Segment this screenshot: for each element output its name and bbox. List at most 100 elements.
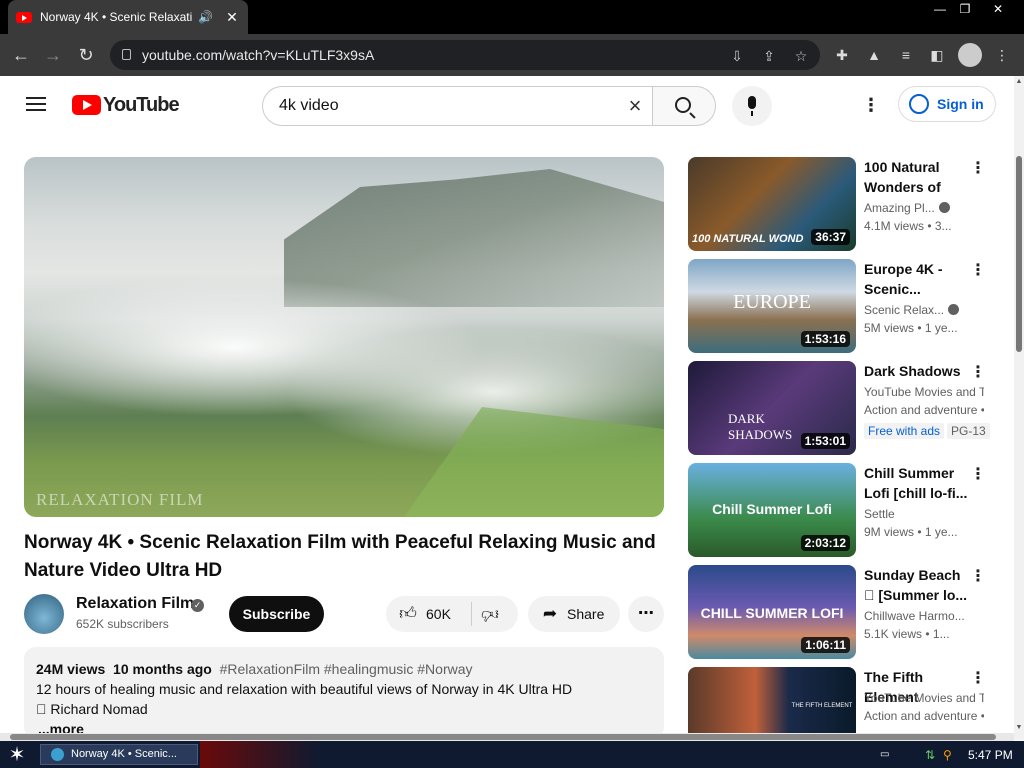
related-video[interactable]: EUROPE 1:53:16 Europe 4K - Scenic... Sce… (688, 259, 998, 353)
related-meta: Action and adventure • (864, 709, 984, 723)
related-more-icon[interactable]: ⋮ (970, 465, 986, 485)
sign-in-button[interactable]: Sign in (898, 86, 996, 122)
start-star-icon[interactable]: ✶ (6, 744, 28, 766)
subscribe-button[interactable]: Subscribe (229, 596, 324, 632)
extensions-puzzle-icon[interactable]: ✚ (832, 45, 852, 65)
clock[interactable]: 5:47 PM (968, 746, 1013, 764)
hamburger-menu-icon[interactable] (26, 97, 46, 111)
more-actions-button[interactable]: ⋯ (628, 596, 664, 632)
sign-in-label: Sign in (937, 96, 984, 112)
scroll-thumb[interactable] (10, 734, 996, 740)
related-more-icon[interactable]: ⋮ (970, 567, 986, 587)
related-title[interactable]: 100 Natural Wonders of th... (864, 157, 968, 197)
reload-icon[interactable]: ↻ (75, 44, 97, 66)
related-more-icon[interactable]: ⋮ (970, 669, 986, 689)
bookmark-star-icon[interactable]: ☆ (792, 47, 810, 65)
scroll-up-icon[interactable]: ▲ (1015, 78, 1023, 85)
upload-age: 10 months ago (113, 661, 212, 677)
taskbar-window-title: Norway 4K • Scenic... (71, 748, 177, 760)
channel-avatar[interactable] (24, 594, 64, 634)
related-video[interactable]: THE FIFTH ELEMENT The Fifth Element YouT… (688, 667, 998, 733)
voice-search-button[interactable] (732, 86, 772, 126)
tab-title: Norway 4K • Scenic Relaxation (40, 10, 192, 24)
related-video[interactable]: 100 NATURAL WOND 36:37 100 Natural Wonde… (688, 157, 998, 251)
related-title[interactable]: Europe 4K - Scenic... (864, 259, 968, 299)
like-count[interactable]: 60K (426, 596, 451, 632)
browser-tabstrip: Norway 4K • Scenic Relaxation 🔊 ✕ — ❐ ✕ (0, 0, 1024, 34)
video-player[interactable]: RELAXATION FILM (24, 157, 664, 517)
dislike-thumb-down-icon[interactable]: 👍︎ (480, 604, 500, 624)
browser-menu-icon[interactable]: ⋮ (992, 45, 1012, 65)
description-box[interactable]: 24M views 10 months ago #RelaxationFilm … (24, 647, 664, 739)
related-thumbnail[interactable]: CHILL SUMMER LOFI 1:06:11 (688, 565, 856, 659)
related-thumbnail[interactable]: EUROPE 1:53:16 (688, 259, 856, 353)
window-close-button[interactable]: ✕ (987, 2, 1009, 18)
duration-badge: 2:03:12 (800, 535, 850, 551)
related-thumbnail[interactable]: Chill Summer Lofi 2:03:12 (688, 463, 856, 557)
youtube-logo[interactable]: YouTube (72, 94, 180, 116)
network-icon[interactable]: ⇅ (925, 746, 935, 764)
taskbar-window-button[interactable]: Norway 4K • Scenic... (40, 744, 198, 765)
related-thumbnail[interactable]: DARK SHADOWS 1:53:01 (688, 361, 856, 455)
related-video[interactable]: Chill Summer Lofi 2:03:12 Chill Summer L… (688, 463, 998, 557)
vertical-scrollbar[interactable]: ▲ ▼ (1014, 76, 1024, 740)
scroll-down-icon[interactable]: ▼ (1015, 724, 1023, 731)
related-video[interactable]: CHILL SUMMER LOFI 1:06:11 Sunday Beach  … (688, 565, 998, 659)
os-taskbar: ✶ Norway 4K • Scenic... ▭ ⇅ ⚲ 5:47 PM (0, 741, 1024, 768)
horizontal-scrollbar[interactable] (0, 733, 1014, 741)
youtube-favicon-icon (16, 11, 32, 23)
browser-tab-active[interactable]: Norway 4K • Scenic Relaxation 🔊 ✕ (8, 0, 248, 34)
share-page-icon[interactable]: ⇪ (760, 47, 778, 65)
description-line: 12 hours of healing music and relaxation… (36, 681, 573, 697)
share-label: Share (567, 606, 605, 622)
keyboard-icon[interactable]: ▭ (880, 746, 889, 764)
tab-close-icon[interactable]: ✕ (224, 9, 240, 26)
scroll-thumb[interactable] (1016, 156, 1022, 352)
back-arrow-icon[interactable]: ← (10, 44, 32, 66)
address-bar[interactable]: youtube.com/watch?v=KLuTLF3x9sA ⇩ ⇪ ☆ (110, 40, 820, 70)
duration-badge: 1:06:11 (801, 637, 850, 653)
screen: Norway 4K • Scenic Relaxation 🔊 ✕ — ❐ ✕ … (0, 0, 1024, 768)
search-input[interactable]: 4k video (262, 86, 652, 126)
window-minimize-button[interactable]: — (929, 2, 951, 18)
description-credit:   Richard Nomad (36, 701, 148, 717)
media-queue-icon[interactable]: ≡ (896, 45, 916, 65)
like-dislike-group: 👍︎ 60K 👍︎ (386, 596, 518, 632)
install-app-icon[interactable]: ⇩ (728, 47, 746, 65)
rating-badge: PG-13 (947, 423, 990, 439)
settings-more-icon[interactable]: ⋮ (862, 95, 880, 115)
profile-avatar-icon[interactable] (958, 43, 982, 67)
share-arrow-icon: ➦ (542, 604, 558, 623)
video-watermark: RELAXATION FILM (36, 490, 204, 509)
youtube-play-logo-icon (72, 95, 101, 115)
browser-toolbar: ← → ↻ youtube.com/watch?v=KLuTLF3x9sA ⇩ … (0, 34, 1024, 76)
related-thumbnail[interactable]: THE FIFTH ELEMENT (688, 667, 856, 733)
related-title[interactable]: Chill Summer Lofi [chill lo-fi... (864, 463, 968, 503)
related-channel: YouTube Movies and TV (864, 691, 984, 705)
speaker-icon[interactable]: 🔊 (198, 10, 214, 24)
related-more-icon[interactable]: ⋮ (970, 261, 986, 281)
clear-search-icon[interactable]: × (624, 95, 646, 117)
related-title[interactable]: Sunday Beach   [Summer lo... (864, 565, 968, 605)
search-button[interactable] (652, 86, 716, 126)
related-more-icon[interactable]: ⋮ (970, 363, 986, 383)
related-meta: 9M views • 1 ye... (864, 525, 958, 539)
like-thumb-up-icon[interactable]: 👍︎ (398, 604, 418, 624)
related-channel: Chillwave Harmo... (864, 609, 965, 623)
hashtags[interactable]: #RelaxationFilm #healingmusic #Norway (220, 661, 473, 677)
related-more-icon[interactable]: ⋮ (970, 159, 986, 179)
related-channel: Settle (864, 507, 895, 521)
related-video[interactable]: DARK SHADOWS 1:53:01 Dark Shadows YouTub… (688, 361, 998, 455)
share-button[interactable]: ➦ Share (528, 596, 620, 632)
related-thumbnail[interactable]: 100 NATURAL WOND 36:37 (688, 157, 856, 251)
forward-arrow-icon[interactable]: → (42, 44, 64, 66)
related-channel: Amazing Pl... (864, 201, 984, 215)
side-panel-icon[interactable]: ◧ (927, 45, 947, 65)
channel-name[interactable]: Relaxation Film (76, 595, 194, 613)
duration-badge: 1:53:16 (800, 331, 850, 347)
search-tray-icon[interactable]: ⚲ (943, 746, 952, 764)
related-channel: Scenic Relax... (864, 303, 984, 317)
related-title[interactable]: Dark Shadows (864, 361, 968, 381)
lab-flask-icon[interactable]: ▲ (864, 45, 884, 65)
window-restore-button[interactable]: ❐ (954, 2, 976, 18)
